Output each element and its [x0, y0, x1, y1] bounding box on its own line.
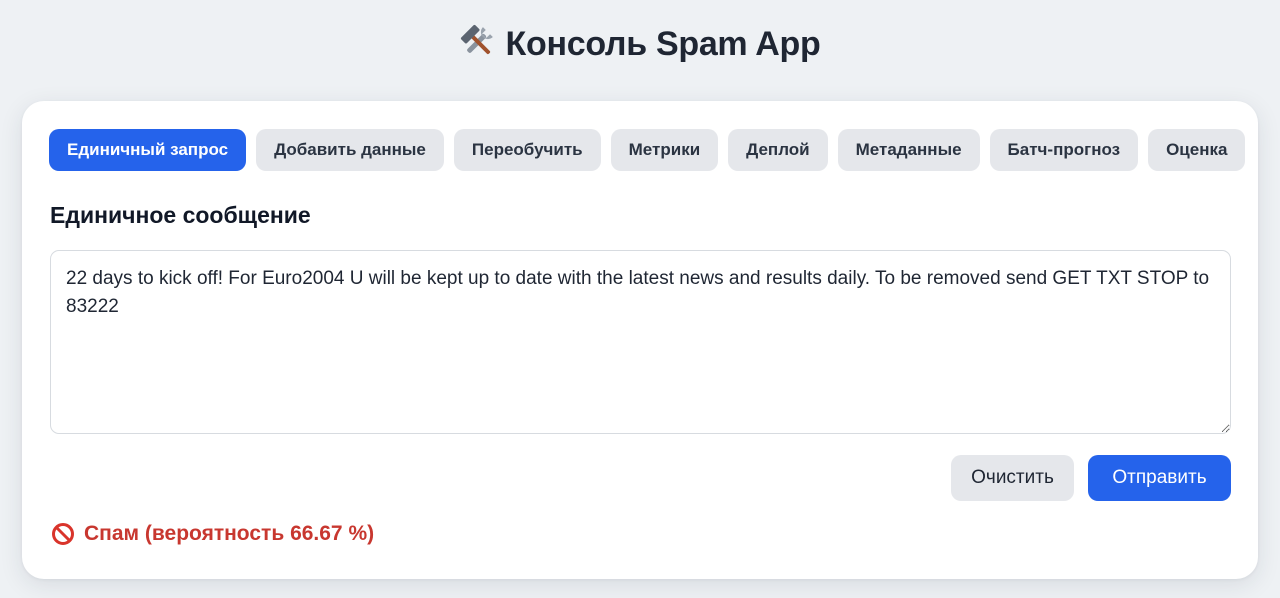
- page-title: Консоль Spam App: [0, 24, 1280, 64]
- tab-metrics[interactable]: Метрики: [610, 129, 719, 171]
- prohibited-icon: [52, 523, 74, 545]
- tab-bar: Единичный запрос Добавить данные Переобу…: [49, 129, 1246, 171]
- message-textarea[interactable]: [50, 250, 1231, 434]
- prediction-result-text: Спам (вероятность 66.67 %): [84, 522, 375, 545]
- tab-deploy[interactable]: Деплой: [728, 129, 828, 171]
- tab-metadata[interactable]: Метаданные: [837, 129, 980, 171]
- section-heading: Единичное сообщение: [50, 202, 311, 228]
- tab-batch-predict[interactable]: Батч-прогноз: [989, 129, 1139, 171]
- console-card: Единичный запрос Добавить данные Переобу…: [22, 101, 1258, 579]
- tab-retrain[interactable]: Переобучить: [453, 129, 601, 171]
- page-title-text: Консоль Spam App: [505, 25, 821, 63]
- tab-single-request[interactable]: Единичный запрос: [49, 129, 247, 171]
- tab-add-data[interactable]: Добавить данные: [256, 129, 444, 171]
- hammer-and-wrench-icon: [460, 24, 493, 55]
- tab-evaluation[interactable]: Оценка: [1148, 129, 1246, 171]
- clear-button[interactable]: Очистить: [951, 455, 1074, 501]
- send-button[interactable]: Отправить: [1088, 455, 1231, 501]
- prediction-result: Спам (вероятность 66.67 %): [51, 522, 374, 546]
